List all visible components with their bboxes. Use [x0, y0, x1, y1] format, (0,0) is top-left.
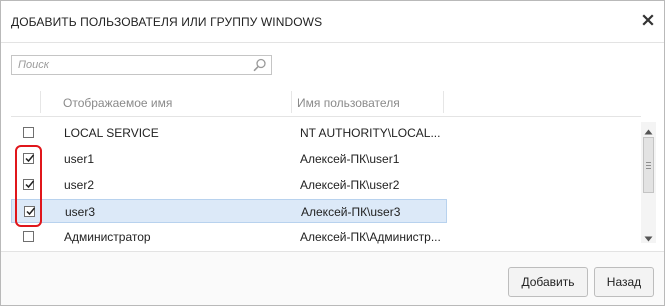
grip-line — [646, 168, 651, 169]
checkmark-icon — [25, 154, 35, 163]
row-display-name: user2 — [64, 178, 95, 192]
row-display-name: Администратор — [64, 230, 151, 244]
scroll-up-icon[interactable] — [644, 125, 653, 135]
checkmark-icon — [25, 180, 35, 189]
row-display-name: LOCAL SERVICE — [64, 126, 159, 140]
dialog-title: ДОБАВИТЬ ПОЛЬЗОВАТЕЛЯ ИЛИ ГРУППУ WINDOWS — [11, 15, 323, 29]
scroll-down-icon[interactable] — [644, 232, 653, 242]
search-input[interactable] — [12, 56, 250, 74]
header-separator — [40, 91, 41, 113]
row-checkbox[interactable] — [24, 206, 36, 217]
column-header-display-name[interactable]: Отображаемое имя — [63, 96, 172, 110]
back-button[interactable]: Назад — [594, 267, 654, 297]
dialog-titlebar: ДОБАВИТЬ ПОЛЬЗОВАТЕЛЯ ИЛИ ГРУППУ WINDOWS — [1, 1, 664, 43]
header-separator — [291, 91, 292, 113]
table-row[interactable]: user1 Алексей-ПК\user1 — [11, 147, 447, 171]
vertical-scrollbar[interactable] — [641, 122, 656, 243]
row-user-name: NT AUTHORITY\LOCAL... — [300, 126, 440, 140]
column-header-user-name[interactable]: Имя пользователя — [297, 96, 400, 110]
table-row[interactable]: user3 Алексей-ПК\user3 — [11, 199, 447, 223]
row-user-name: Алексей-ПК\user1 — [300, 152, 400, 166]
row-display-name: user3 — [65, 205, 96, 219]
header-separator — [443, 91, 444, 113]
add-button[interactable]: Добавить — [508, 267, 588, 297]
row-user-name: Алексей-ПК\user3 — [301, 205, 401, 219]
table-row[interactable]: LOCAL SERVICE NT AUTHORITY\LOCAL... — [11, 121, 447, 145]
search-box — [11, 55, 272, 75]
row-checkbox[interactable] — [23, 179, 35, 190]
table-header: Отображаемое имя Имя пользователя — [11, 88, 641, 117]
grip-line — [646, 162, 651, 163]
row-user-name: Алексей-ПК\user2 — [300, 178, 400, 192]
row-checkbox[interactable] — [23, 231, 34, 242]
search-icon[interactable] — [253, 58, 267, 72]
table-row[interactable]: Администратор Алексей-ПК\Администр... — [11, 225, 447, 244]
users-table: Отображаемое имя Имя пользователя LOCAL … — [11, 88, 659, 244]
row-user-name: Алексей-ПК\Администр... — [300, 230, 440, 244]
row-checkbox[interactable] — [23, 127, 34, 138]
add-user-dialog: ДОБАВИТЬ ПОЛЬЗОВАТЕЛЯ ИЛИ ГРУППУ WINDOWS… — [0, 0, 665, 306]
checkmark-icon — [26, 207, 36, 216]
scrollbar-thumb[interactable] — [643, 137, 654, 193]
row-checkbox[interactable] — [23, 153, 35, 164]
close-icon[interactable] — [640, 12, 656, 28]
grip-line — [646, 165, 651, 166]
row-display-name: user1 — [64, 152, 95, 166]
table-row[interactable]: user2 Алексей-ПК\user2 — [11, 173, 447, 197]
dialog-footer: Добавить Назад — [1, 251, 664, 305]
